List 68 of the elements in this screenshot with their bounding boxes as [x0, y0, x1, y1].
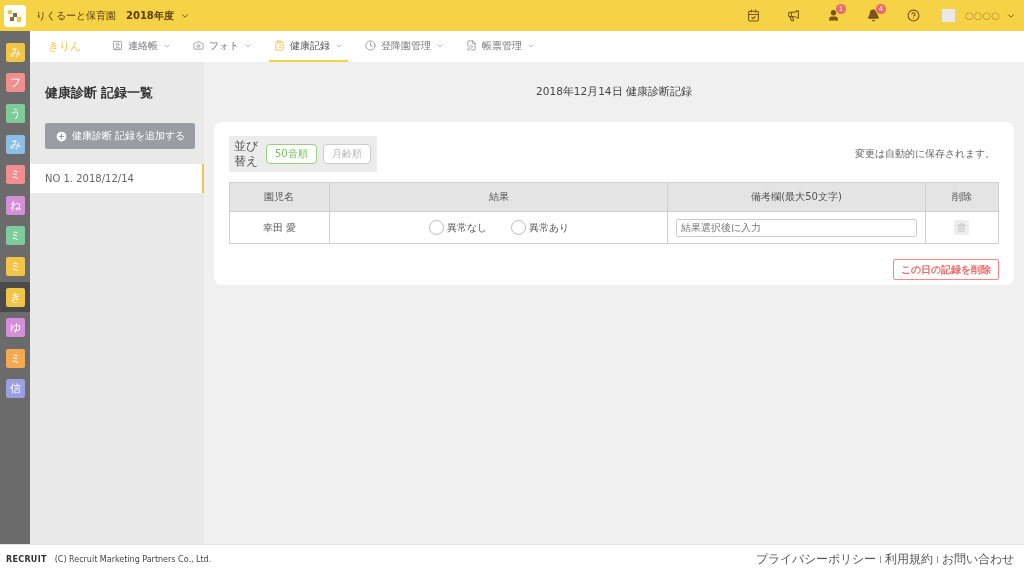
add-record-button[interactable]: 健康診断 記録を追加する — [45, 123, 195, 149]
user-menu[interactable]: ○○○○ — [965, 10, 1016, 21]
class-chip: み — [5, 134, 25, 154]
record-item[interactable]: NO 1. 2018/12/14 — [30, 164, 204, 193]
class-row[interactable]: ね — [0, 189, 30, 221]
column-header: 結果 — [329, 182, 668, 212]
column-header: 備考欄(最大50文字) — [667, 182, 926, 212]
class-chip: ミ — [5, 348, 25, 368]
nav-tab[interactable]: 連絡帳 — [107, 31, 176, 62]
clipboard-icon — [274, 40, 285, 51]
delete-day-button[interactable]: この日の記録を削除 — [893, 259, 999, 280]
class-row[interactable]: ミ — [0, 220, 30, 252]
class-chip: ね — [5, 195, 25, 215]
class-chip: ミ — [5, 165, 25, 185]
class-row[interactable]: フ — [0, 67, 30, 99]
class-chip: ミ — [5, 226, 25, 246]
footer-link[interactable]: 利用規約 — [885, 551, 933, 568]
document-edit-icon — [466, 40, 477, 51]
footer-link[interactable]: お問い合わせ — [942, 551, 1014, 568]
nav-tab[interactable]: 登降園管理 — [360, 31, 449, 62]
class-row[interactable]: ミ — [0, 159, 30, 190]
class-row[interactable]: う — [0, 98, 30, 129]
class-chip: う — [5, 104, 25, 123]
help-icon[interactable] — [906, 9, 920, 22]
class-row[interactable]: 信 — [0, 373, 30, 405]
sort-label: 並び替え — [234, 139, 259, 169]
camera-icon — [193, 40, 204, 51]
class-chip: ゆ — [5, 318, 25, 338]
company-logo: RECRUIT — [6, 555, 47, 564]
table-cell: 幸田 愛 — [229, 211, 330, 244]
note-field[interactable]: 結果選択後に入力 — [676, 218, 917, 237]
person-icon[interactable] — [826, 9, 840, 22]
column-header: 削除 — [925, 182, 999, 212]
class-chip: 信 — [5, 379, 25, 399]
class-chip: フ — [5, 73, 25, 93]
class-row[interactable]: ミ — [0, 251, 30, 282]
nav-tab[interactable]: フォト — [188, 31, 257, 62]
class-chip: き — [5, 287, 25, 307]
column-header: 園児名 — [229, 182, 330, 212]
sort-button[interactable]: 月齢順 — [322, 144, 371, 164]
app-logo[interactable] — [4, 4, 26, 27]
autosave-note: 変更は自動的に保存されます。 — [855, 147, 995, 161]
class-row[interactable]: み — [0, 37, 30, 68]
contact-card-icon — [112, 40, 123, 51]
class-name: きりん — [48, 39, 81, 54]
year-selector[interactable]: 2018年度 — [126, 8, 190, 23]
class-chip: ミ — [5, 256, 25, 276]
footer-link[interactable]: プライバシーポリシー — [756, 551, 876, 568]
school-name: りくるーと保育園 — [36, 8, 116, 23]
sort-button[interactable]: 50音順 — [266, 144, 317, 164]
class-row[interactable]: ゆ — [0, 312, 30, 343]
class-chip: み — [5, 42, 25, 62]
trash-icon — [957, 223, 967, 232]
user-avatar-icon — [942, 9, 956, 22]
class-row[interactable]: ミ — [0, 342, 30, 374]
class-row[interactable]: き — [0, 281, 30, 313]
copyright-text: (C) Recruit Marketing Partners Co., Ltd. — [54, 555, 212, 564]
calendar-icon[interactable] — [746, 9, 760, 22]
page-title: 2018年12月14日 健康診断記録 — [535, 84, 693, 99]
megaphone-icon[interactable] — [786, 9, 800, 22]
class-row[interactable]: み — [0, 128, 30, 160]
sidebar-title: 健康診断 記録一覧 — [43, 84, 155, 102]
result-radio[interactable]: 異常なし — [428, 220, 487, 235]
bell-icon[interactable] — [866, 9, 880, 22]
clock-icon — [365, 40, 376, 51]
result-radio[interactable]: 異常あり — [510, 220, 569, 235]
nav-tab[interactable]: 帳票管理 — [461, 31, 540, 62]
plus-icon — [54, 129, 68, 143]
